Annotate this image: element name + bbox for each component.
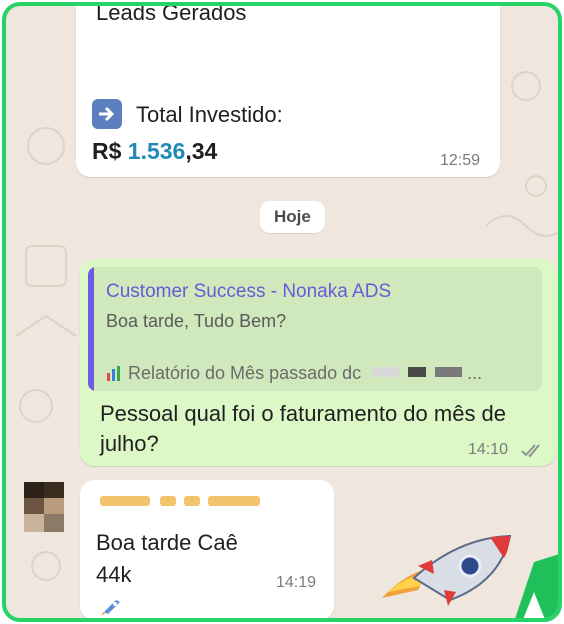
chat-window: Leads Gerados Total Investido: R$ 1.536,… [2,2,562,622]
green-sticker-shape [496,552,558,618]
quoted-report-text: Relatório do Mês passado dc [128,363,362,383]
message-time: 14:19 [276,574,317,591]
amount-prefix: R$ [92,138,122,164]
amount-highlight: 1.536 [127,138,186,164]
invest-label: Total Investido: [136,102,283,127]
redacted-text [372,367,463,377]
incoming-text-line2: 44k [96,562,132,587]
quoted-text: Boa tarde, Tudo Bem? [106,311,287,331]
double-check-icon [520,442,544,463]
date-chip: Hoje [260,201,325,233]
avatar[interactable] [24,482,64,532]
incoming-text-line1: Boa tarde Caê [96,530,238,555]
bar-chart-icon [106,365,124,386]
quoted-author: Customer Success - Nonaka ADS [106,281,392,302]
quoted-message[interactable]: Customer Success - Nonaka ADS Boa tarde,… [88,267,542,391]
message-bubble-reply[interactable]: Customer Success - Nonaka ADS Boa tarde,… [80,259,556,466]
leads-label: Leads Gerados [96,2,247,25]
message-bubble-report[interactable]: Leads Gerados Total Investido: R$ 1.536,… [76,2,500,177]
quoted-report-ellipsis: ... [467,363,483,383]
invest-amount: R$ 1.536,34 [92,138,217,165]
arrow-right-icon [92,99,122,129]
quote-accent-bar [88,267,94,391]
message-time: 12:59 [440,152,481,169]
message-time: 14:10 [468,441,509,458]
quoted-report: Relatório do Mês passado dc ... [106,363,482,386]
amount-suffix: ,34 [185,138,218,164]
rocket-icon[interactable] [94,594,128,618]
sender-name-redacted [100,496,270,508]
